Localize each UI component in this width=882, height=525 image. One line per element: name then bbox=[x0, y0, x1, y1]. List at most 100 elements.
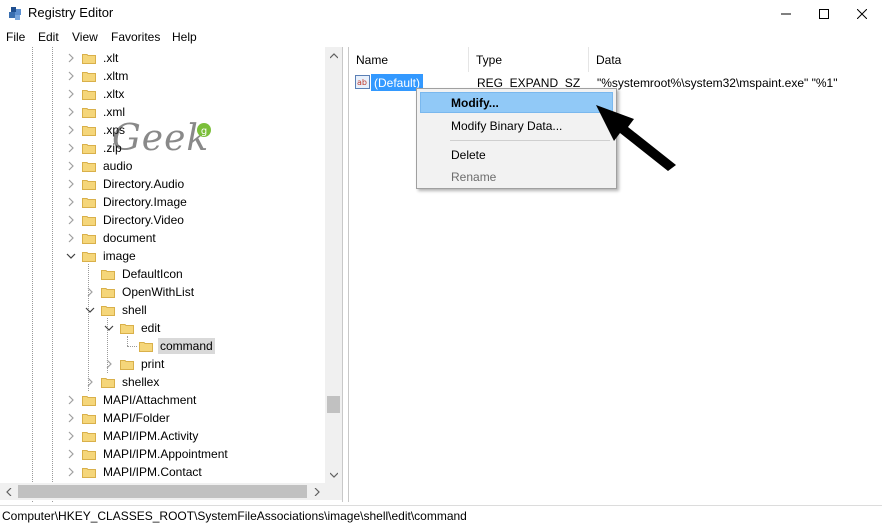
tree-item-label: shellex bbox=[122, 375, 160, 389]
chevron-right-icon[interactable] bbox=[66, 233, 76, 243]
tree-item-label: audio bbox=[103, 159, 133, 173]
folder-icon bbox=[82, 53, 96, 64]
chevron-right-icon[interactable] bbox=[66, 71, 76, 81]
column-header-type[interactable]: Type bbox=[469, 47, 589, 72]
scroll-thumb[interactable] bbox=[327, 396, 340, 413]
chevron-right-icon[interactable] bbox=[66, 413, 76, 423]
menu-edit[interactable]: Edit bbox=[38, 30, 59, 44]
folder-icon bbox=[82, 467, 96, 478]
scroll-up-arrow[interactable] bbox=[325, 47, 342, 64]
chevron-left-icon bbox=[5, 487, 11, 496]
chevron-right-icon[interactable] bbox=[66, 395, 76, 405]
folder-icon bbox=[82, 71, 96, 82]
close-button[interactable] bbox=[843, 0, 881, 27]
tree-item-label: .xltm bbox=[103, 69, 129, 83]
chevron-right-icon[interactable] bbox=[66, 89, 76, 99]
minimize-button[interactable] bbox=[767, 0, 805, 27]
tree-item[interactable]: MAPI/IPM.Contact bbox=[66, 463, 204, 481]
tree-item[interactable]: document bbox=[66, 229, 158, 247]
maximize-icon bbox=[819, 8, 829, 19]
tree-item-label: DefaultIcon bbox=[122, 267, 183, 281]
menu-help[interactable]: Help bbox=[172, 30, 197, 44]
chevron-right-icon[interactable] bbox=[66, 125, 76, 135]
menu-item-delete[interactable]: Delete bbox=[420, 144, 613, 165]
tree-item[interactable]: .xlt bbox=[66, 49, 120, 67]
column-header-name[interactable]: Name bbox=[349, 47, 469, 72]
folder-icon bbox=[82, 107, 96, 118]
folder-icon bbox=[139, 341, 153, 352]
chevron-down-icon[interactable] bbox=[104, 323, 114, 333]
tree-item[interactable]: MAPI/Attachment bbox=[66, 391, 198, 409]
tree-item[interactable]: Directory.Image bbox=[66, 193, 189, 211]
menu-separator bbox=[450, 140, 610, 141]
tree-horizontal-scrollbar[interactable] bbox=[0, 483, 325, 500]
watermark-badge-icon: g bbox=[197, 123, 211, 137]
tree-item[interactable]: MAPI/Folder bbox=[66, 409, 172, 427]
chevron-right-icon[interactable] bbox=[66, 431, 76, 441]
chevron-right-icon[interactable] bbox=[66, 197, 76, 207]
annotation-arrow-icon bbox=[596, 105, 676, 171]
menu-item-modify-binary-data[interactable]: Modify Binary Data... bbox=[420, 115, 613, 136]
registry-editor-icon bbox=[8, 6, 23, 21]
menu-item-rename: Rename bbox=[451, 169, 497, 184]
chevron-right-icon[interactable] bbox=[66, 161, 76, 171]
registry-tree[interactable]: .xlt .xltm .xltx .xml .xps .zip audio Directory… bbox=[0, 47, 343, 502]
chevron-right-icon[interactable] bbox=[85, 377, 95, 387]
tree-item[interactable]: MAPI/IPM.Activity bbox=[66, 427, 200, 445]
tree-item-label: Directory.Audio bbox=[103, 177, 185, 191]
tree-item[interactable]: .xltm bbox=[66, 67, 130, 85]
chevron-right-icon[interactable] bbox=[85, 287, 95, 297]
tree-vertical-scrollbar[interactable] bbox=[325, 47, 342, 483]
tree-item[interactable]: DefaultIcon bbox=[85, 265, 185, 283]
tree-item[interactable]: command bbox=[123, 337, 215, 355]
chevron-right-icon[interactable] bbox=[66, 107, 76, 117]
maximize-button[interactable] bbox=[805, 0, 843, 27]
tree-item[interactable]: audio bbox=[66, 157, 134, 175]
chevron-right-icon bbox=[314, 487, 320, 496]
chevron-right-icon[interactable] bbox=[104, 359, 114, 369]
tree-item-label: shell bbox=[122, 303, 147, 317]
folder-icon bbox=[82, 89, 96, 100]
chevron-down-icon bbox=[329, 472, 338, 478]
column-header-data[interactable]: Data bbox=[589, 47, 881, 72]
scroll-right-arrow[interactable] bbox=[308, 483, 325, 500]
value-data: "%systemroot%\system32\mspaint.exe" "%1" bbox=[597, 76, 838, 90]
folder-icon bbox=[101, 305, 115, 316]
scroll-corner bbox=[325, 483, 342, 500]
chevron-down-icon[interactable] bbox=[85, 305, 95, 315]
chevron-down-icon[interactable] bbox=[66, 251, 76, 261]
tree-item[interactable]: Directory.Audio bbox=[66, 175, 186, 193]
chevron-right-icon[interactable] bbox=[66, 143, 76, 153]
scroll-thumb[interactable] bbox=[18, 485, 307, 498]
tree-item[interactable]: print bbox=[104, 355, 166, 373]
chevron-right-icon[interactable] bbox=[66, 53, 76, 63]
menu-view[interactable]: View bbox=[72, 30, 98, 44]
chevron-right-icon[interactable] bbox=[66, 215, 76, 225]
menu-file[interactable]: File bbox=[6, 30, 25, 44]
tree-item-label: MAPI/Attachment bbox=[103, 393, 197, 407]
tree-item[interactable]: image bbox=[66, 247, 138, 265]
menu-favorites[interactable]: Favorites bbox=[111, 30, 160, 44]
chevron-right-icon[interactable] bbox=[66, 179, 76, 189]
tree-item[interactable]: shellex bbox=[85, 373, 161, 391]
tree-item[interactable]: shell bbox=[85, 301, 149, 319]
menu-bar: File Edit View Favorites Help bbox=[0, 27, 882, 47]
tree-item[interactable]: edit bbox=[104, 319, 162, 337]
context-menu: Modify... Modify Binary Data... Delete R… bbox=[416, 88, 617, 189]
tree-item-label: Directory.Image bbox=[103, 195, 187, 209]
tree-item-label: MAPI/IPM.Contact bbox=[103, 465, 202, 479]
close-icon bbox=[857, 8, 867, 19]
scroll-left-arrow[interactable] bbox=[0, 483, 17, 500]
tree-item-label: MAPI/IPM.Activity bbox=[103, 429, 199, 443]
tree-item[interactable]: OpenWithList bbox=[85, 283, 196, 301]
tree-item[interactable]: Directory.Video bbox=[66, 211, 186, 229]
tree-item-label: document bbox=[103, 231, 156, 245]
menu-item-modify[interactable]: Modify... bbox=[420, 92, 613, 113]
tree-item[interactable]: MAPI/IPM.Appointment bbox=[66, 445, 230, 463]
tree-item[interactable]: .xltx bbox=[66, 85, 126, 103]
folder-icon bbox=[101, 287, 115, 298]
tree-item-label: Directory.Video bbox=[103, 213, 184, 227]
chevron-right-icon[interactable] bbox=[66, 449, 76, 459]
scroll-down-arrow[interactable] bbox=[325, 466, 342, 483]
chevron-right-icon[interactable] bbox=[66, 467, 76, 477]
